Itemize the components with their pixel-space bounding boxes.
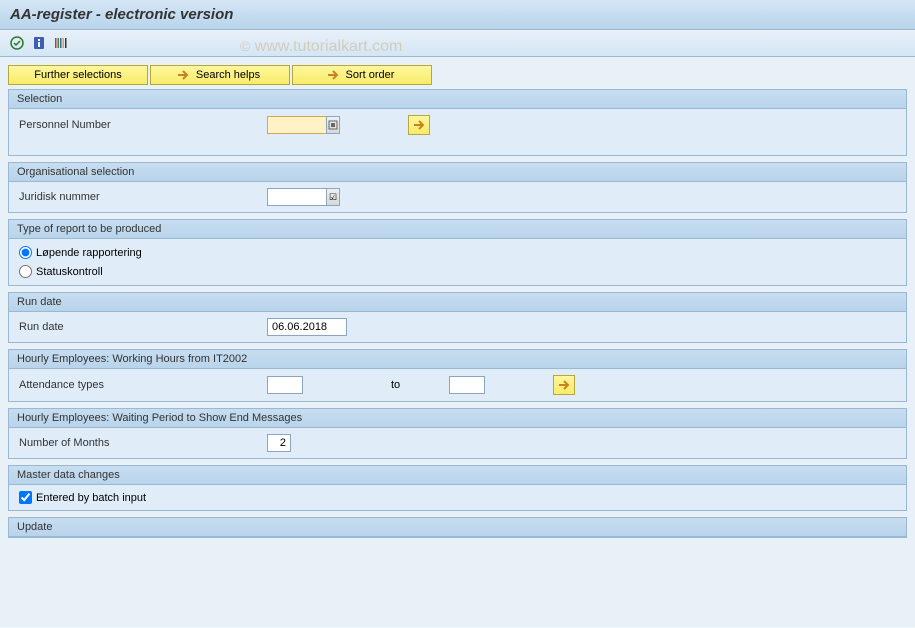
group-run-date: Run date Run date [8, 292, 907, 343]
f4-help-button[interactable] [326, 116, 340, 134]
info-icon[interactable] [30, 34, 48, 52]
group-hourly-wait: Hourly Employees: Waiting Period to Show… [8, 408, 907, 459]
months-input[interactable] [267, 434, 291, 452]
further-selections-button[interactable]: Further selections [8, 65, 148, 85]
arrow-right-icon [412, 119, 426, 131]
btn-label: Sort order [346, 69, 395, 81]
group-org-selection: Organisational selection Juridisk nummer… [8, 162, 907, 213]
group-selection: Selection Personnel Number [8, 89, 907, 156]
group-master-data: Master data changes Entered by batch inp… [8, 465, 907, 511]
run-date-input[interactable] [267, 318, 347, 336]
radio-statuskontroll[interactable]: Statuskontroll [19, 264, 896, 279]
batch-checkbox[interactable] [19, 491, 32, 504]
attendance-types-label: Attendance types [19, 379, 259, 391]
radio-label: Løpende rapportering [36, 247, 142, 259]
page-title: AA-register - electronic version [10, 6, 233, 23]
app-toolbar [0, 30, 915, 57]
multi-select-button[interactable] [553, 375, 575, 395]
group-title: Selection [9, 90, 906, 109]
group-title: Organisational selection [9, 163, 906, 182]
group-report-type: Type of report to be produced Løpende ra… [8, 219, 907, 286]
radio-input[interactable] [19, 246, 32, 259]
btn-label: Search helps [196, 69, 260, 81]
check-icon: ☑ [329, 192, 337, 203]
run-date-label: Run date [19, 321, 259, 333]
juridisk-label: Juridisk nummer [19, 191, 259, 203]
radio-label: Statuskontroll [36, 266, 103, 278]
personnel-number-input[interactable] [267, 116, 327, 134]
group-title: Type of report to be produced [9, 220, 906, 239]
radio-lopende[interactable]: Løpende rapportering [19, 245, 896, 260]
action-buttons: Further selections Search helps Sort ord… [8, 65, 907, 85]
group-title: Update [9, 518, 906, 537]
search-help-icon [328, 120, 338, 130]
batch-input-checkbox-row[interactable]: Entered by batch input [19, 491, 896, 504]
checkbox-label: Entered by batch input [36, 492, 146, 504]
group-hourly-hours: Hourly Employees: Working Hours from IT2… [8, 349, 907, 402]
arrow-right-icon [176, 69, 190, 81]
multi-select-button[interactable] [408, 115, 430, 135]
group-title: Hourly Employees: Waiting Period to Show… [9, 409, 906, 428]
juridisk-input[interactable] [267, 188, 327, 206]
radio-input[interactable] [19, 265, 32, 278]
sort-order-button[interactable]: Sort order [292, 65, 432, 85]
main-content: Further selections Search helps Sort ord… [0, 57, 915, 627]
execute-icon[interactable] [8, 34, 26, 52]
btn-label: Further selections [34, 69, 121, 81]
dropdown-button[interactable]: ☑ [326, 188, 340, 206]
attendance-to-input[interactable] [449, 376, 485, 394]
group-title: Hourly Employees: Working Hours from IT2… [9, 350, 906, 369]
attendance-from-input[interactable] [267, 376, 303, 394]
group-title: Run date [9, 293, 906, 312]
personnel-number-label: Personnel Number [19, 119, 259, 131]
arrow-right-icon [326, 69, 340, 81]
title-bar: AA-register - electronic version [0, 0, 915, 30]
months-label: Number of Months [19, 437, 259, 449]
group-title: Master data changes [9, 466, 906, 485]
to-label: to [391, 379, 441, 391]
arrow-right-icon [557, 379, 571, 391]
barcode-icon[interactable] [52, 34, 70, 52]
search-helps-button[interactable]: Search helps [150, 65, 290, 85]
group-update: Update [8, 517, 907, 538]
